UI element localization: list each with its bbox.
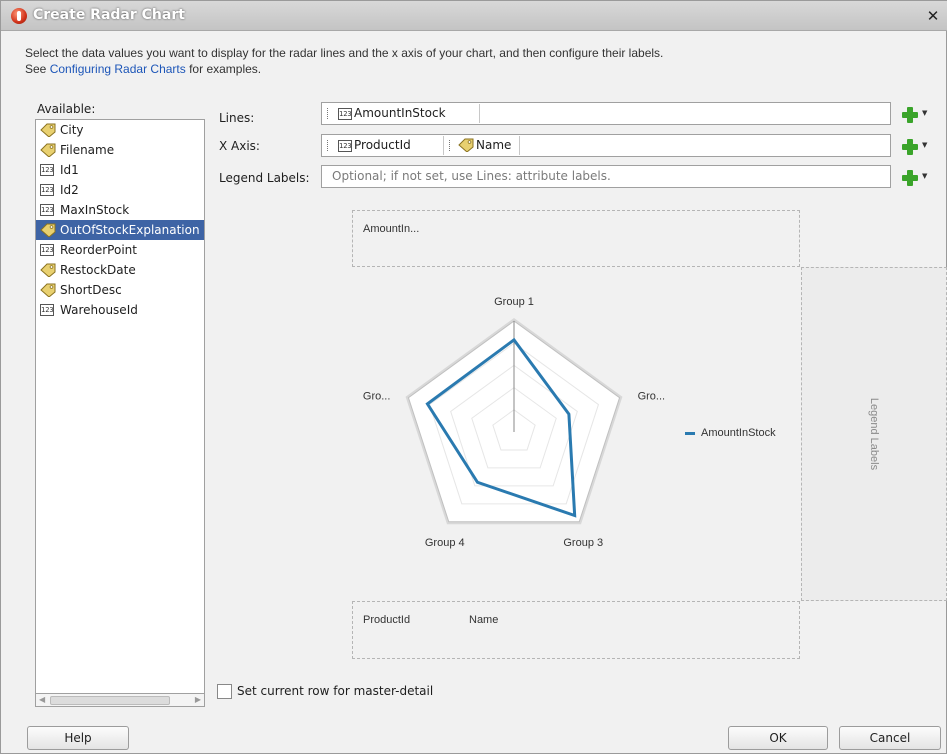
chart-legend: AmountInStock: [685, 427, 776, 439]
list-item[interactable]: RestockDate: [36, 260, 204, 280]
list-item[interactable]: 123 WarehouseId: [36, 300, 204, 320]
list-item[interactable]: OutOfStockExplanation: [36, 220, 204, 240]
list-item-label: ReorderPoint: [60, 243, 137, 257]
dialog-title: Create Radar Chart: [33, 7, 185, 23]
list-item-label: Id1: [60, 163, 79, 177]
preview-legend-labels-text: Legend Labels: [868, 397, 880, 471]
radar-category-label: Group 3: [563, 537, 603, 549]
legend-labels-field[interactable]: Optional; if not set, use Lines: attribu…: [321, 165, 891, 188]
instructions-line-1: Select the data values you want to displ…: [25, 46, 664, 60]
oracle-app-icon: [11, 8, 27, 24]
number-icon: 123: [338, 108, 352, 120]
x-axis-chip-name[interactable]: Name: [446, 136, 520, 155]
tag-icon: [40, 223, 56, 237]
scroll-left-arrow-icon[interactable]: ◀: [39, 695, 45, 704]
lines-chip-amountinstock[interactable]: 123 AmountInStock: [324, 104, 480, 123]
number-icon: 123: [40, 204, 54, 216]
available-list-horizontal-scrollbar[interactable]: ◀ ▶: [35, 693, 205, 707]
dropdown-arrow-icon: ▼: [922, 172, 928, 180]
radar-category-label: Group 4: [425, 537, 465, 549]
preview-legend-labels-box[interactable]: Legend Labels: [801, 267, 947, 601]
dropdown-arrow-icon: ▼: [922, 141, 928, 149]
tag-icon: [40, 263, 56, 277]
preview-lines-label: AmountIn...: [363, 223, 420, 235]
ok-button[interactable]: OK: [728, 726, 828, 750]
cancel-button[interactable]: Cancel: [839, 726, 941, 750]
list-item-label: Id2: [60, 183, 79, 197]
list-item-label: City: [60, 123, 84, 137]
add-plus-icon: [902, 107, 918, 123]
list-item-label: RestockDate: [60, 263, 136, 277]
preview-lines-label-box[interactable]: AmountIn...: [352, 210, 800, 267]
list-item-label: Filename: [60, 143, 115, 157]
list-item-label: MaxInStock: [60, 203, 130, 217]
tag-icon: [40, 143, 56, 157]
lines-field[interactable]: 123 AmountInStock: [321, 102, 891, 125]
radar-category-label: Group 1: [494, 296, 534, 308]
instructions-line-2: See Configuring Radar Charts for example…: [25, 62, 262, 76]
list-item[interactable]: 123 ReorderPoint: [36, 240, 204, 260]
lines-label: Lines:: [219, 111, 255, 125]
master-detail-checkbox[interactable]: [217, 684, 232, 699]
legend-labels-label: Legend Labels:: [219, 171, 310, 185]
drag-handle-icon[interactable]: [327, 140, 329, 151]
tag-icon: [40, 283, 56, 297]
drag-handle-icon[interactable]: [327, 108, 329, 119]
legend-labels-placeholder: Optional; if not set, use Lines: attribu…: [332, 169, 611, 183]
list-item[interactable]: Filename: [36, 140, 204, 160]
add-lines-button[interactable]: ▼: [900, 105, 930, 125]
list-item-label: ShortDesc: [60, 283, 122, 297]
preview-x-axis-box[interactable]: ProductId Name: [352, 601, 800, 659]
master-detail-label[interactable]: Set current row for master-detail: [237, 684, 433, 698]
list-item-label: WarehouseId: [60, 303, 138, 317]
number-icon: 123: [40, 304, 54, 316]
x-axis-field[interactable]: 123 ProductId Name: [321, 134, 891, 157]
list-item[interactable]: 123 Id2: [36, 180, 204, 200]
list-item[interactable]: City: [36, 120, 204, 140]
legend-entry: AmountInStock: [701, 427, 776, 439]
x-axis-chip-productid[interactable]: 123 ProductId: [324, 136, 444, 155]
scrollbar-thumb[interactable]: [50, 696, 170, 705]
legend-swatch: [685, 431, 695, 435]
number-icon: 123: [40, 184, 54, 196]
radar-category-label: Gro...: [363, 391, 391, 403]
drag-handle-icon[interactable]: [449, 140, 451, 151]
available-label: Available:: [37, 102, 96, 116]
preview-x-axis-label-name: Name: [469, 614, 499, 626]
number-icon: 123: [40, 244, 54, 256]
available-attributes-list[interactable]: City Filename 123 Id1 123 Id2 123 MaxInStock Out…: [35, 119, 205, 707]
add-plus-icon: [902, 139, 918, 155]
scroll-right-arrow-icon[interactable]: ▶: [195, 695, 201, 704]
close-icon[interactable]: ✕: [922, 5, 944, 27]
help-button[interactable]: Help: [27, 726, 129, 750]
list-item[interactable]: ShortDesc: [36, 280, 204, 300]
configuring-radar-charts-link[interactable]: Configuring Radar Charts: [50, 62, 186, 76]
instructions-text: Select the data values you want to displ…: [25, 45, 925, 77]
number-icon: 123: [338, 140, 352, 152]
add-x-axis-button[interactable]: ▼: [900, 137, 930, 157]
list-item-label: OutOfStockExplanation: [60, 223, 200, 237]
add-legend-labels-button[interactable]: ▼: [900, 168, 930, 188]
create-radar-chart-dialog: Create Radar Chart ✕ Select the data val…: [0, 0, 947, 754]
list-item[interactable]: 123 Id1: [36, 160, 204, 180]
preview-x-axis-label-productid: ProductId: [363, 614, 411, 626]
x-axis-label: X Axis:: [219, 139, 260, 153]
number-icon: 123: [40, 164, 54, 176]
dropdown-arrow-icon: ▼: [922, 109, 928, 117]
tag-icon: [40, 123, 56, 137]
title-bar: Create Radar Chart ✕: [1, 1, 947, 31]
list-item[interactable]: 123 MaxInStock: [36, 200, 204, 220]
add-plus-icon: [902, 170, 918, 186]
radar-category-label: Gro...: [638, 391, 666, 403]
tag-icon: [458, 138, 474, 152]
